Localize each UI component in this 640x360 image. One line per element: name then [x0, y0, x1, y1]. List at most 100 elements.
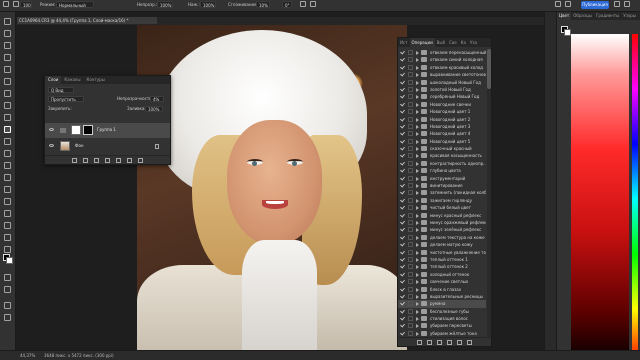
- checkmark-icon[interactable]: [400, 234, 405, 240]
- dialog-toggle-box[interactable]: [408, 50, 413, 55]
- action-item[interactable]: свечение светлых: [398, 278, 486, 285]
- checkmark-icon[interactable]: [400, 138, 405, 144]
- expand-triangle-icon[interactable]: [416, 206, 419, 211]
- expand-triangle-icon[interactable]: [416, 272, 419, 277]
- expand-triangle-icon[interactable]: [416, 161, 419, 166]
- expand-triangle-icon[interactable]: [416, 110, 419, 115]
- dialog-toggle-box[interactable]: [408, 286, 413, 292]
- hand-tool-icon[interactable]: [4, 274, 11, 281]
- dialog-toggle-box[interactable]: [408, 323, 413, 329]
- action-item[interactable]: отвкаем перенасыщенный кв: [398, 49, 486, 56]
- checkmark-icon[interactable]: [400, 160, 405, 166]
- dialog-toggle-box[interactable]: [408, 79, 413, 85]
- action-item[interactable]: бесполезные губы: [398, 308, 486, 315]
- checkmark-icon[interactable]: [400, 175, 405, 181]
- tab-selection[interactable]: Выб: [435, 38, 447, 47]
- checkmark-icon[interactable]: [400, 79, 405, 85]
- expand-triangle-icon[interactable]: [416, 73, 419, 78]
- checkmark-icon[interactable]: [400, 189, 405, 195]
- workspace-icon[interactable]: [614, 1, 620, 7]
- action-item[interactable]: минус красный рефлекс: [398, 212, 486, 219]
- checkmark-icon[interactable]: [400, 64, 405, 70]
- checkmark-icon[interactable]: [400, 71, 405, 77]
- dialog-toggle-box[interactable]: [408, 279, 413, 285]
- checkmark-icon[interactable]: [400, 293, 405, 299]
- tab-color[interactable]: Цвет: [557, 12, 572, 20]
- action-item[interactable]: Новогодние свечки: [398, 101, 486, 108]
- expand-triangle-icon[interactable]: [416, 257, 419, 262]
- path-selection-tool-icon[interactable]: [4, 234, 11, 241]
- checkmark-icon[interactable]: [400, 182, 405, 188]
- dialog-toggle-box[interactable]: [408, 94, 413, 100]
- trash-icon[interactable]: [467, 339, 472, 345]
- record-icon[interactable]: [427, 339, 432, 345]
- dialog-toggle-box[interactable]: [408, 57, 413, 63]
- brush-tool-icon[interactable]: [4, 126, 11, 133]
- visibility-eye-icon[interactable]: [49, 128, 54, 131]
- pressure-icon[interactable]: [300, 1, 306, 7]
- checkmark-icon[interactable]: [400, 256, 405, 262]
- expand-triangle-icon[interactable]: [416, 220, 419, 225]
- color-field[interactable]: [571, 34, 629, 360]
- dialog-toggle-box[interactable]: [408, 72, 413, 78]
- action-item[interactable]: инструментарий: [398, 175, 486, 182]
- action-item[interactable]: Новогодний цвет 4: [398, 130, 486, 137]
- link-layers-icon[interactable]: [72, 157, 77, 163]
- expand-triangle-icon[interactable]: [416, 154, 419, 159]
- checkmark-icon[interactable]: [400, 263, 405, 269]
- tab-history[interactable]: Ист: [398, 38, 410, 47]
- expand-triangle-icon[interactable]: [416, 51, 419, 55]
- action-item[interactable]: шоколадный Новый Год: [398, 79, 486, 86]
- expand-triangle-icon[interactable]: [416, 176, 419, 181]
- shape-tool-icon[interactable]: [4, 246, 11, 253]
- action-item[interactable]: глубина цвета: [398, 167, 486, 174]
- play-icon[interactable]: [437, 339, 442, 345]
- layer-style-icon[interactable]: [83, 157, 88, 163]
- action-item[interactable]: стилизация волос: [398, 315, 486, 322]
- canvas-image[interactable]: [137, 25, 407, 350]
- action-item[interactable]: отвкаем синий холодная: [398, 56, 486, 63]
- expand-triangle-icon[interactable]: [416, 250, 419, 255]
- stop-icon[interactable]: [417, 339, 422, 345]
- dialog-toggle-box[interactable]: [408, 116, 413, 122]
- expand-triangle-icon[interactable]: [416, 65, 419, 70]
- dodge-tool-icon[interactable]: [4, 198, 11, 205]
- checkmark-icon[interactable]: [400, 86, 405, 92]
- gradient-tool-icon[interactable]: [4, 174, 11, 181]
- action-item[interactable]: холодный оттенок: [398, 271, 486, 278]
- tab-patterns[interactable]: Уза: [468, 38, 479, 47]
- expand-triangle-icon[interactable]: [416, 132, 419, 137]
- brush-tool-icon[interactable]: [3, 1, 9, 7]
- opacity-field[interactable]: 4%: [150, 96, 164, 102]
- add-mask-icon[interactable]: [94, 157, 99, 163]
- action-item[interactable]: серебряный Новый Год: [398, 93, 486, 100]
- dialog-toggle-box[interactable]: [408, 175, 413, 181]
- expand-triangle-icon[interactable]: [416, 235, 419, 240]
- dialog-toggle-box[interactable]: [408, 146, 413, 152]
- checkmark-icon[interactable]: [400, 322, 405, 328]
- type-tool-icon[interactable]: [4, 222, 11, 229]
- action-item[interactable]: убираем пересветы: [398, 322, 486, 329]
- background-color-swatch[interactable]: [564, 29, 571, 36]
- action-item[interactable]: Новогодний цвет 3: [398, 123, 486, 130]
- checkmark-icon[interactable]: [400, 123, 405, 129]
- checkmark-icon[interactable]: [400, 152, 405, 158]
- checkmark-icon[interactable]: [400, 226, 405, 232]
- document-tab[interactable]: CC1A0964.CR3 @ 44,4% (Группа 1, Слой-мас…: [17, 17, 157, 24]
- dialog-toggle-box[interactable]: [408, 212, 413, 218]
- action-item[interactable]: Новогодний цвет 1: [398, 108, 486, 115]
- dialog-toggle-box[interactable]: [408, 131, 413, 137]
- dialog-toggle-box[interactable]: [408, 242, 413, 248]
- expand-triangle-icon[interactable]: [416, 198, 419, 203]
- checkmark-icon[interactable]: [400, 130, 405, 136]
- clone-stamp-tool-icon[interactable]: [4, 138, 11, 145]
- dialog-toggle-box[interactable]: [408, 109, 413, 115]
- eraser-tool-icon[interactable]: [4, 162, 11, 169]
- expand-triangle-icon[interactable]: [416, 191, 419, 196]
- expand-triangle-icon[interactable]: [416, 87, 419, 92]
- tab-actions[interactable]: Операции: [409, 38, 435, 47]
- expand-triangle-icon[interactable]: [416, 324, 419, 329]
- dialog-toggle-box[interactable]: [408, 227, 413, 233]
- checkmark-icon[interactable]: [400, 330, 405, 336]
- checkmark-icon[interactable]: [400, 249, 405, 255]
